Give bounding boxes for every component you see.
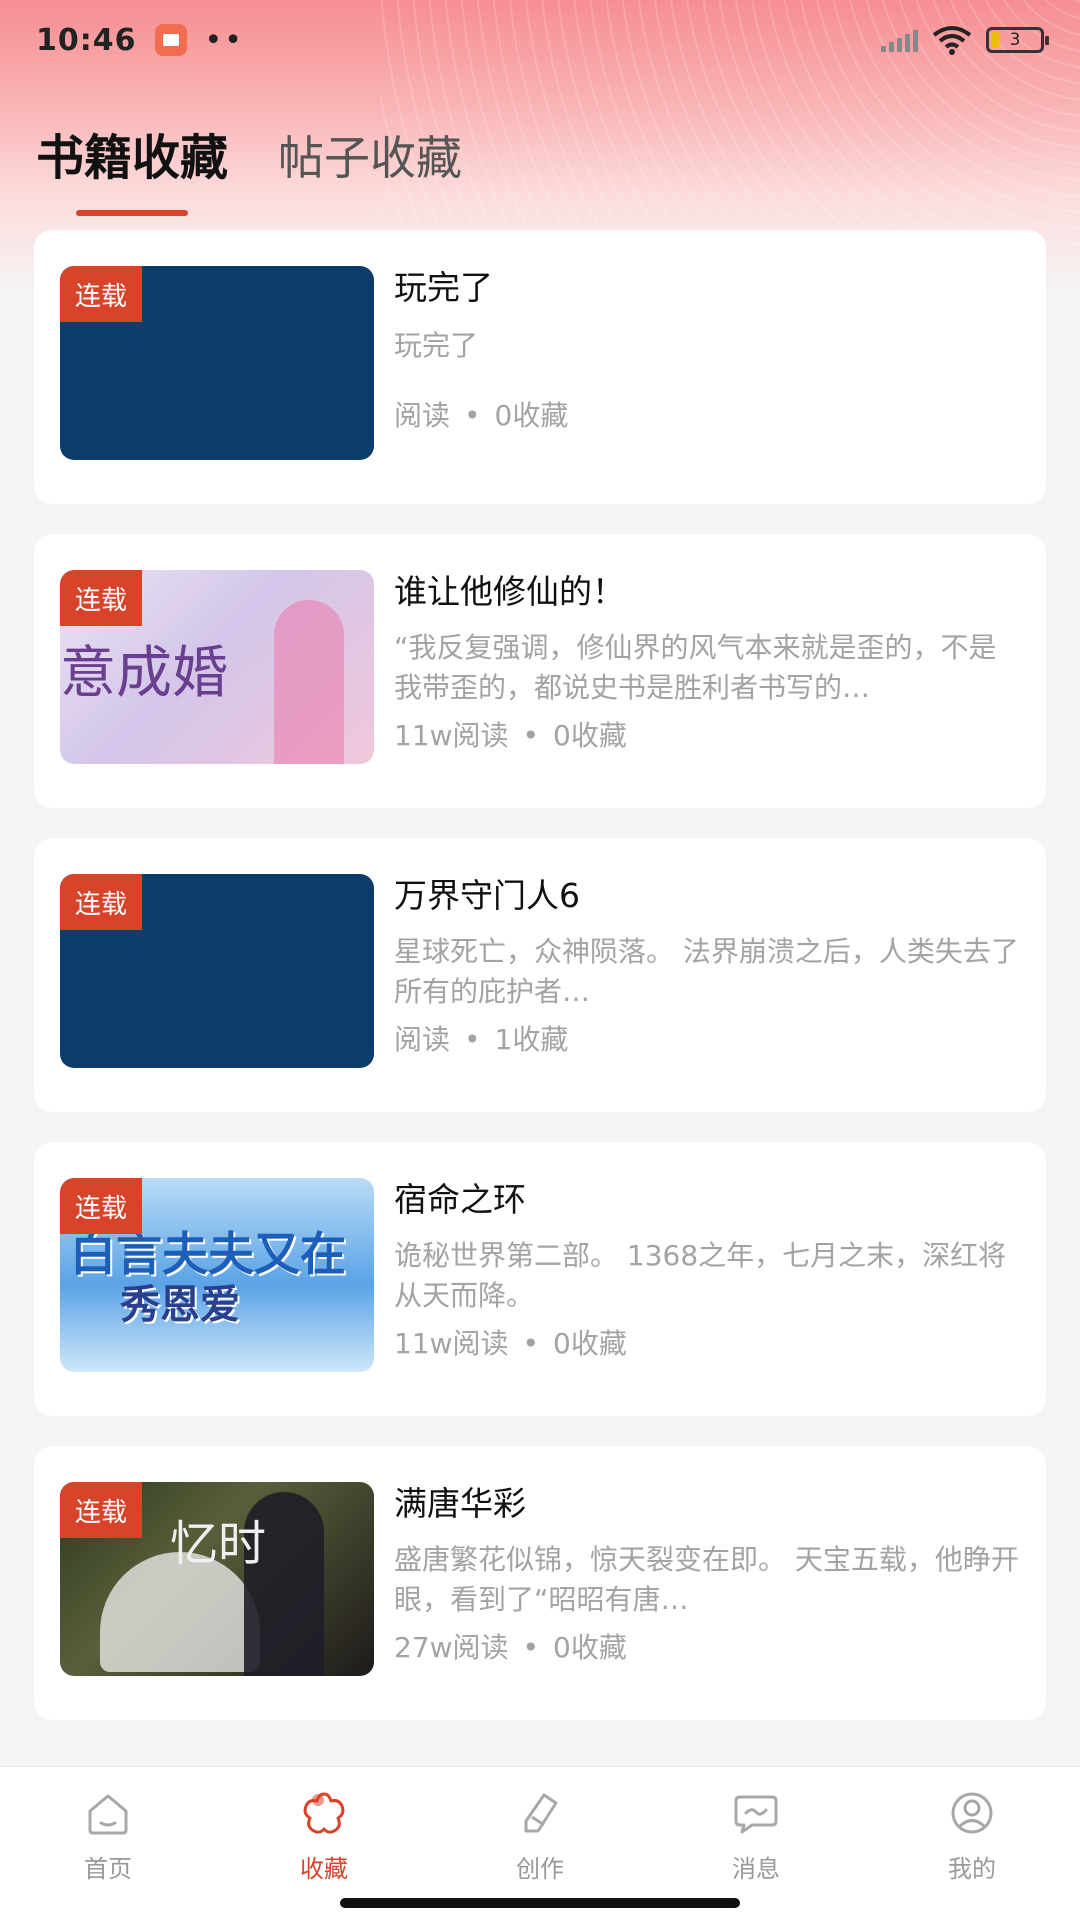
book-card[interactable]: 忆时 连载 满唐华彩 盛唐繁花似锦，惊天裂变在即。 天宝五载，他睁开眼，看到了“… (34, 1446, 1046, 1720)
meta-separator: • (522, 719, 540, 752)
book-stats: 阅读 • 1收藏 (394, 1020, 1020, 1060)
more-notifications-icon: •• (204, 22, 244, 58)
battery-icon: 3 (986, 27, 1049, 53)
nav-profile[interactable]: 我的 (864, 1767, 1080, 1920)
bottom-navigation: 首页 收藏 创作 消息 我的 (0, 1766, 1080, 1920)
favorite-count: 1收藏 (494, 1023, 569, 1056)
book-title[interactable]: 万界守门人6 (394, 874, 1020, 918)
book-list: 连载 玩完了 玩完了 阅读 • 0收藏 意成婚 连载 谁让他修仙的！ “我反复强调，… (34, 230, 1046, 1750)
book-cover[interactable]: 意成婚 连载 (60, 570, 374, 764)
book-cover[interactable]: 连载 (60, 874, 374, 1068)
book-cover[interactable]: 忆时 连载 (60, 1482, 374, 1676)
meta-separator: • (464, 399, 481, 432)
status-time: 10:46 (36, 22, 137, 58)
meta-separator: • (464, 1023, 481, 1056)
nav-label: 我的 (948, 1855, 996, 1883)
favorite-count: 0收藏 (553, 1631, 627, 1664)
nav-home[interactable]: 首页 (0, 1767, 216, 1920)
book-cover[interactable]: 白言夫夫又在 秀恩爱 连载 (60, 1178, 374, 1372)
signal-icon (881, 28, 918, 52)
book-description: 盛唐繁花似锦，惊天裂变在即。 天宝五载，他睁开眼，看到了“昭昭有唐… (394, 1543, 1019, 1616)
book-stats: 阅读 • 0收藏 (394, 396, 1020, 436)
nav-label: 首页 (84, 1855, 132, 1883)
profile-icon (951, 1792, 993, 1834)
app-notification-icon (154, 24, 187, 56)
book-card[interactable]: 白言夫夫又在 秀恩爱 连载 宿命之环 诡秘世界第二部。 1368之年，七月之末，… (34, 1142, 1046, 1416)
read-count: 11w阅读 (394, 719, 509, 752)
book-card[interactable]: 连载 万界守门人6 星球死亡，众神陨落。 法界崩溃之后，人类失去了所有的庇护者…… (34, 838, 1046, 1112)
cover-title-art: 意成婚 (60, 641, 228, 706)
battery-level: 3 (1009, 30, 1021, 50)
tab-post-collection[interactable]: 帖子收藏 (278, 122, 462, 216)
wifi-icon (932, 26, 972, 55)
meta-separator: • (522, 1631, 540, 1664)
collection-tabs: 书籍收藏 帖子收藏 (36, 118, 462, 216)
book-title[interactable]: 谁让他修仙的！ (394, 570, 1020, 614)
home-indicator[interactable] (340, 1898, 740, 1908)
book-description: 玩完了 (394, 329, 479, 362)
book-description: 星球死亡，众神陨落。 法界崩溃之后，人类失去了所有的庇护者… (394, 935, 1019, 1008)
book-title[interactable]: 玩完了 (394, 266, 1020, 310)
serial-badge: 连载 (60, 570, 142, 626)
pen-icon (524, 1793, 558, 1833)
book-stats: 11w阅读 • 0收藏 (394, 1324, 1020, 1364)
serial-badge: 连载 (60, 1482, 142, 1538)
nav-label: 创作 (516, 1855, 564, 1883)
book-card[interactable]: 意成婚 连载 谁让他修仙的！ “我反复强调，修仙界的风气本来就是歪的，不是我带歪… (34, 534, 1046, 808)
serial-badge: 连载 (60, 874, 142, 930)
serial-badge: 连载 (60, 1178, 142, 1234)
favorite-count: 0收藏 (494, 399, 569, 432)
read-count: 27w阅读 (394, 1631, 509, 1664)
cover-title-art: 忆时 (170, 1516, 267, 1572)
book-stats: 27w阅读 • 0收藏 (394, 1628, 1020, 1668)
read-count: 阅读 (394, 399, 451, 432)
favorite-count: 0收藏 (553, 1327, 627, 1360)
book-title[interactable]: 宿命之环 (394, 1178, 1020, 1222)
favorite-count: 0收藏 (553, 719, 627, 752)
tab-book-collection[interactable]: 书籍收藏 (36, 118, 228, 216)
favorites-icon (303, 1792, 345, 1834)
cover-title-art-2: 秀恩爱 (120, 1282, 240, 1328)
read-count: 11w阅读 (394, 1327, 509, 1360)
book-description: “我反复强调，修仙界的风气本来就是歪的，不是我带歪的，都说史书是胜利者书写的… (394, 631, 997, 704)
nav-label: 收藏 (300, 1855, 348, 1883)
serial-badge: 连载 (60, 266, 142, 322)
cover-figure (274, 600, 344, 764)
message-icon (734, 1795, 778, 1834)
status-bar: 10:46 •• 3 (0, 0, 1080, 80)
read-count: 阅读 (394, 1023, 451, 1056)
nav-label: 消息 (732, 1855, 780, 1883)
book-description: 诡秘世界第二部。 1368之年，七月之末，深红将从天而降。 (394, 1239, 1007, 1312)
book-card[interactable]: 连载 玩完了 玩完了 阅读 • 0收藏 (34, 230, 1046, 504)
home-icon (88, 1794, 128, 1835)
book-cover[interactable]: 连载 (60, 266, 374, 460)
book-stats: 11w阅读 • 0收藏 (394, 716, 1020, 756)
book-title[interactable]: 满唐华彩 (394, 1482, 1020, 1526)
meta-separator: • (522, 1327, 540, 1360)
